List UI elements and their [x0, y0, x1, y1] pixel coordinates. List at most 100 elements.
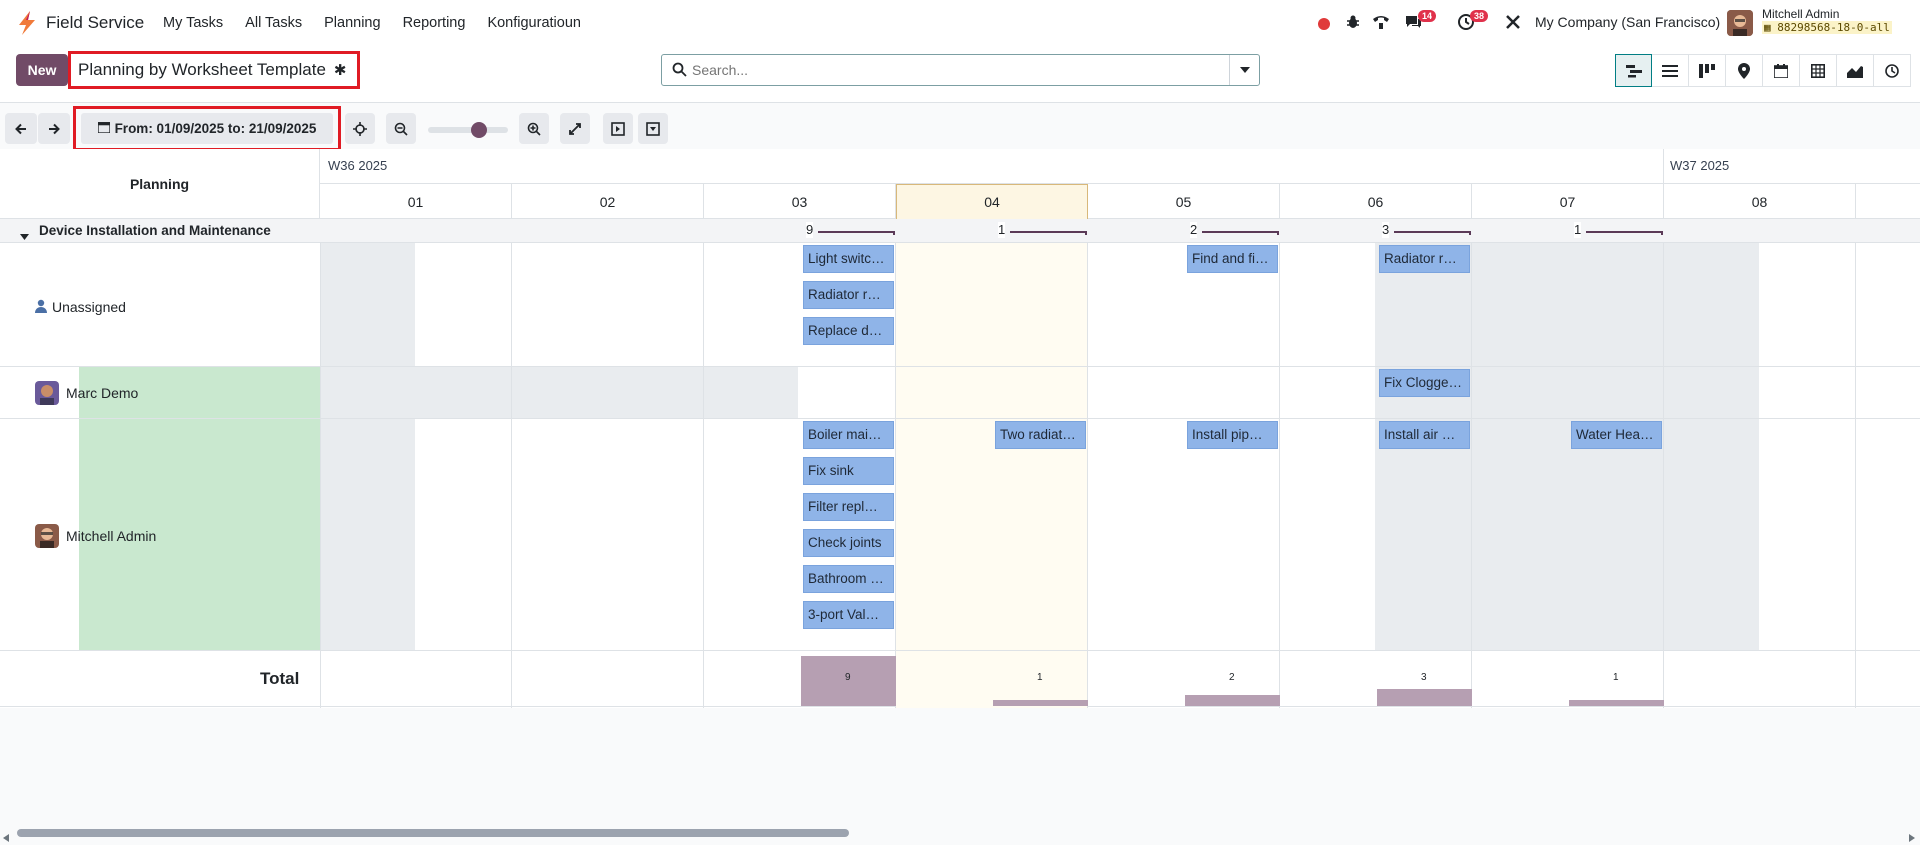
- week-label: W36 2025: [328, 158, 388, 173]
- menu-all-tasks[interactable]: All Tasks: [245, 15, 302, 31]
- task-pill[interactable]: Fix sink: [803, 457, 894, 485]
- kanban-view-button[interactable]: [1689, 54, 1726, 87]
- calendar-icon: [1774, 63, 1788, 78]
- gantt-view-button[interactable]: [1615, 54, 1652, 87]
- list-view-button[interactable]: [1652, 54, 1689, 87]
- clock-icon: [1885, 63, 1899, 78]
- task-pill[interactable]: Bathroom …: [803, 565, 894, 593]
- week-separator: [1663, 149, 1664, 183]
- column-line: [1087, 219, 1088, 650]
- day-header: 05: [1088, 184, 1280, 220]
- group-count: 2: [1190, 222, 1198, 238]
- app-name[interactable]: Field Service: [46, 13, 144, 33]
- view-title-text: Planning by Worksheet Template: [78, 60, 326, 79]
- database-name-text: 88298568-18-0-all: [1777, 21, 1890, 34]
- task-pill[interactable]: Boiler mai…: [803, 421, 894, 449]
- date-range-picker[interactable]: From: 01/09/2025 to: 21/09/2025: [73, 106, 341, 151]
- date-range-button[interactable]: From: 01/09/2025 to: 21/09/2025: [81, 113, 333, 144]
- map-view-button[interactable]: [1726, 54, 1763, 87]
- row-unassigned[interactable]: Unassigned: [34, 297, 126, 317]
- task-pill[interactable]: Fix Clogge…: [1379, 369, 1470, 397]
- column-line: [1279, 219, 1280, 650]
- phone-icon[interactable]: [1372, 14, 1390, 33]
- column-line: [1855, 651, 1856, 708]
- new-button[interactable]: New: [16, 54, 68, 86]
- task-pill[interactable]: Light switc…: [803, 245, 894, 273]
- menu-reporting[interactable]: Reporting: [403, 15, 466, 31]
- messages-count-badge: 14: [1418, 10, 1437, 22]
- collapse-rows-button[interactable]: [638, 113, 668, 144]
- user-avatar[interactable]: [1727, 10, 1753, 36]
- recording-indicator-icon[interactable]: [1318, 17, 1330, 33]
- total-value: 1: [1037, 672, 1043, 683]
- task-pill[interactable]: Install pip…: [1187, 421, 1278, 449]
- calendar-view-button[interactable]: [1763, 54, 1800, 87]
- task-pill[interactable]: Radiator r…: [803, 281, 894, 309]
- search-options-toggle[interactable]: [1229, 55, 1259, 85]
- marc-demo-avatar: [35, 381, 59, 405]
- menu-configuration[interactable]: Konfiguratioun: [487, 15, 581, 31]
- caret-down-icon[interactable]: [20, 227, 29, 243]
- zoom-out-button[interactable]: [386, 113, 416, 144]
- task-pill[interactable]: 3-port Val…: [803, 601, 894, 629]
- task-pill[interactable]: Replace d…: [803, 317, 894, 345]
- search-input[interactable]: [692, 59, 1192, 81]
- gear-icon[interactable]: ✱: [334, 61, 347, 79]
- task-pill[interactable]: Water Hea…: [1571, 421, 1662, 449]
- graph-view-button[interactable]: [1837, 54, 1874, 87]
- menu-my-tasks[interactable]: My Tasks: [163, 15, 223, 31]
- gantt-chart: Planning W36 2025 W37 2025 01 02 03 04 0…: [0, 149, 1920, 708]
- caret-down-icon: [1239, 67, 1250, 73]
- column-line: [895, 219, 896, 650]
- group-count-bar: [1394, 231, 1471, 235]
- search-box: [661, 54, 1260, 86]
- zoom-slider-handle[interactable]: [471, 122, 487, 138]
- task-pill[interactable]: Filter repl…: [803, 493, 894, 521]
- company-switcher[interactable]: My Company (San Francisco): [1535, 14, 1720, 30]
- square-caret-right-icon: [611, 121, 625, 136]
- debug-bug-icon[interactable]: [1345, 14, 1361, 33]
- zoom-in-button[interactable]: [519, 113, 549, 144]
- user-name[interactable]: Mitchell Admin: [1762, 7, 1839, 21]
- tools-icon[interactable]: [1505, 14, 1521, 33]
- mitchell-admin-avatar: [35, 524, 59, 548]
- row-mitchell-admin[interactable]: Mitchell Admin: [66, 526, 156, 546]
- field-service-logo-icon[interactable]: [16, 11, 38, 38]
- unavailable-shading: [1664, 243, 1759, 650]
- scroll-right-arrow-icon[interactable]: [1909, 829, 1915, 845]
- row-marc-demo[interactable]: Marc Demo: [66, 383, 138, 403]
- horizontal-scrollbar[interactable]: [0, 826, 1920, 842]
- total-value: 3: [1421, 672, 1427, 683]
- total-bar: [1377, 689, 1472, 706]
- task-pill[interactable]: Radiator r…: [1379, 245, 1470, 273]
- day-header: 02: [512, 184, 704, 220]
- expand-rows-button[interactable]: [603, 113, 633, 144]
- column-line: [511, 651, 512, 708]
- previous-period-button[interactable]: [5, 113, 37, 144]
- scrollbar-thumb[interactable]: [17, 829, 849, 837]
- group-count: 3: [1382, 222, 1390, 238]
- pivot-view-button[interactable]: [1800, 54, 1837, 87]
- task-pill[interactable]: Check joints: [803, 529, 894, 557]
- task-pill[interactable]: Two radiat…: [995, 421, 1086, 449]
- column-line: [320, 651, 321, 708]
- user-icon: [34, 299, 48, 316]
- menu-planning[interactable]: Planning: [324, 15, 380, 31]
- day-header: 03: [704, 184, 896, 220]
- pivot-table-icon: [1811, 63, 1825, 78]
- scroll-left-arrow-icon[interactable]: [3, 829, 9, 845]
- top-navbar: Field Service My Tasks All Tasks Plannin…: [0, 0, 1920, 45]
- focus-today-button[interactable]: [345, 113, 375, 144]
- task-pill[interactable]: Install air …: [1379, 421, 1470, 449]
- fit-zoom-button[interactable]: [560, 113, 590, 144]
- zoom-in-icon: [527, 122, 541, 136]
- group-count: 1: [1574, 222, 1582, 238]
- column-line: [1471, 219, 1472, 650]
- zoom-slider-track[interactable]: [428, 127, 508, 133]
- activity-view-button[interactable]: [1874, 54, 1911, 87]
- total-row: Total 9 1 2 3 1: [0, 650, 1920, 708]
- calendar-icon: [96, 121, 111, 136]
- next-period-button[interactable]: [38, 113, 70, 144]
- group-count-bar: [818, 231, 895, 235]
- task-pill[interactable]: Find and fi…: [1187, 245, 1278, 273]
